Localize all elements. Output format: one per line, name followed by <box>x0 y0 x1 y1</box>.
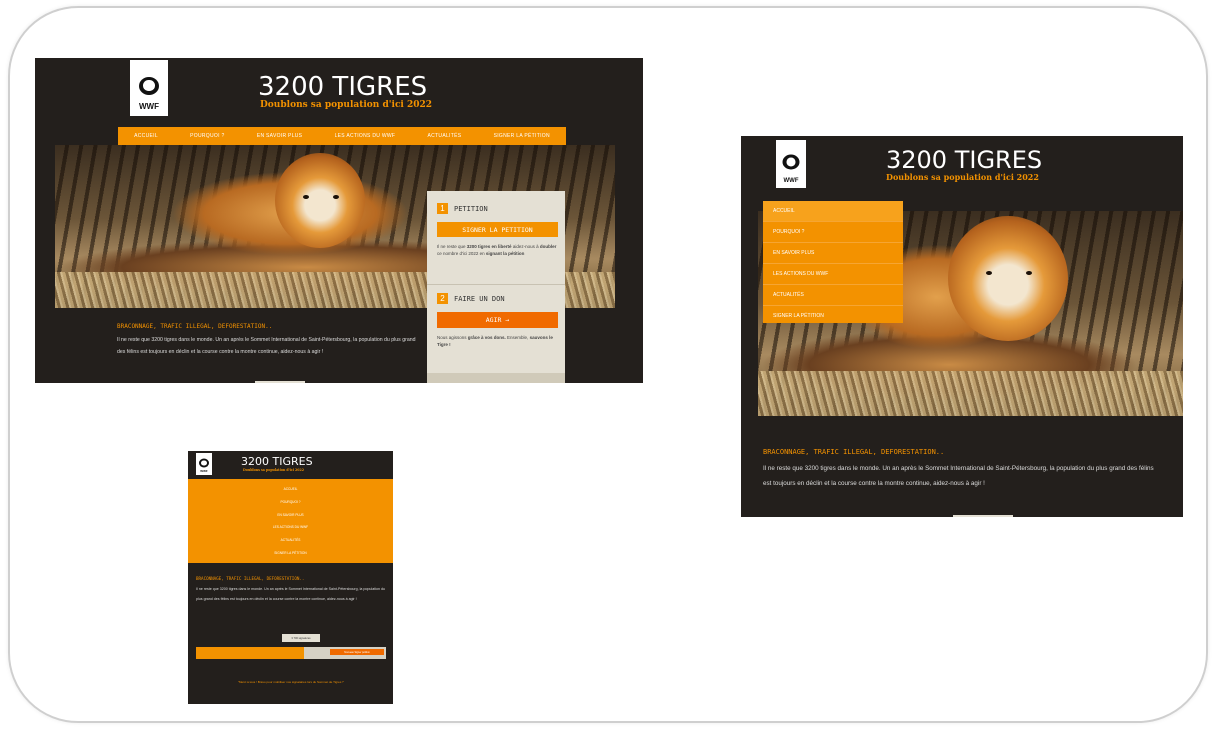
main-nav: Accueil Pourquoi ? En savoir plus Les ac… <box>118 127 566 145</box>
site-subtitle: Doublons sa population d'ici 2022 <box>243 468 304 472</box>
mobile-nav: Accueil Pourquoi ? En savoir plus Les ac… <box>188 479 393 563</box>
panda-icon <box>199 458 209 468</box>
nav-item-actualites[interactable]: Actualités <box>428 133 462 139</box>
wwf-logo[interactable]: WWF <box>196 453 212 475</box>
wwf-logo-text: WWF <box>139 102 159 111</box>
read-more-tab[interactable] <box>255 381 305 383</box>
tiger-eye <box>1026 271 1032 275</box>
donation-number: 2 <box>437 293 448 304</box>
panel-divider <box>427 284 565 285</box>
wwf-logo[interactable]: WWF <box>776 140 806 188</box>
petition-text: Il ne reste que 3200 tigres en liberté a… <box>437 243 557 257</box>
nav-item-pourquoi[interactable]: Pourquoi ? <box>763 222 903 243</box>
tablet-mockup: WWF 3200 TIGRES Doublons sa population d… <box>741 136 1183 517</box>
article-body: Il ne reste que 3200 tigres dans le mond… <box>117 337 416 355</box>
site-subtitle: Doublons sa population d'ici 2022 <box>260 100 433 110</box>
nav-item-signer[interactable]: Signer la pétition <box>494 133 550 139</box>
article-heading: BRACONNAGE, TRAFIC ILLEGAL, DEFORESTATIO… <box>117 323 273 330</box>
nav-item-actions[interactable]: Les actions du WWF <box>763 264 903 285</box>
donation-text-1: Nous agissons <box>437 335 468 340</box>
petition-title: PETITION <box>454 204 488 213</box>
petition-header: 1 PETITION <box>437 203 488 214</box>
tiger-face <box>275 153 365 248</box>
desktop-mockup: WWF 3200 TIGRES Doublons sa population d… <box>35 58 643 383</box>
donation-text-3: Ensemble, <box>505 335 530 340</box>
donation-title: FAIRE UN DON <box>454 294 505 303</box>
article-heading: BRACONNAGE, TRAFIC ILLEGAL, DEFORESTATIO… <box>763 448 945 456</box>
tiger-eye <box>303 195 309 199</box>
petition-text-5: ce nombre d'ici 2022 en <box>437 251 486 256</box>
nav-item-pourquoi[interactable]: Pourquoi ? <box>280 500 300 504</box>
panda-icon <box>782 154 800 170</box>
nav-item-en-savoir-plus[interactable]: En savoir plus <box>277 513 303 517</box>
grass <box>758 370 1183 416</box>
nav-item-actualites[interactable]: Actualités <box>763 285 903 306</box>
read-more-tab[interactable] <box>953 515 1013 517</box>
nav-item-accueil[interactable]: Accueil <box>763 201 903 222</box>
signatures-button[interactable]: 3 700 signatures <box>282 634 320 642</box>
nav-item-signer[interactable]: Signer la pétition <box>274 551 306 555</box>
petition-text-3: aidez-nous à <box>511 244 540 249</box>
dropdown-nav: Accueil Pourquoi ? En savoir plus Les ac… <box>763 201 903 323</box>
nav-item-signer[interactable]: Signer la pétition <box>763 306 903 326</box>
wwf-logo-text: WWF <box>200 469 208 473</box>
donate-button[interactable]: AGIR → <box>437 312 558 328</box>
panda-icon <box>139 76 159 95</box>
sign-petition-mini-button[interactable]: Nouveau Signer pétition <box>330 649 384 655</box>
donation-text: Nous agissons grâce à vos dons. Ensemble… <box>437 334 557 348</box>
tiger-eye <box>986 271 992 275</box>
nav-item-actualites[interactable]: Actualités <box>281 538 301 542</box>
side-panel: 1 PETITION SIGNER LA PETITION Il ne rest… <box>427 191 565 383</box>
progress-bar: Nouveau Signer pétition <box>196 647 386 659</box>
donation-header: 2 FAIRE UN DON <box>437 293 505 304</box>
article-heading: BRACONNAGE, TRAFIC ILLEGAL, DEFORESTATIO… <box>196 576 305 581</box>
nav-item-pourquoi[interactable]: Pourquoi ? <box>190 133 224 139</box>
wwf-logo[interactable]: WWF <box>130 60 168 116</box>
nav-item-accueil[interactable]: Accueil <box>284 487 298 491</box>
tiger-eye <box>333 195 339 199</box>
nav-item-en-savoir-plus[interactable]: En savoir plus <box>257 133 303 139</box>
sign-petition-button[interactable]: SIGNER LA PETITION <box>437 222 558 237</box>
nav-item-accueil[interactable]: Accueil <box>134 133 158 139</box>
donation-text-2: grâce à vos dons. <box>467 335 506 340</box>
petition-text-2: 3200 tigres en liberté <box>466 244 512 249</box>
nav-item-actions[interactable]: Les actions du WWF <box>335 133 396 139</box>
petition-text-4: doubler <box>539 244 557 249</box>
wwf-logo-text: WWF <box>783 178 799 184</box>
petition-text-6: signant la pétition <box>485 251 525 256</box>
petition-text-1: Il ne reste que <box>437 244 467 249</box>
article-body: Il ne reste que 3200 tigres dans le mond… <box>763 465 1154 487</box>
nav-item-actions[interactable]: Les actions du WWF <box>273 525 308 529</box>
mobile-mockup: WWF 3200 TIGRES Doublons sa population d… <box>188 451 393 704</box>
site-title: 3200 TIGRES <box>241 455 313 468</box>
thank-you-quote: "Merci à tous ! Bravo pour mobiliser nos… <box>237 680 345 684</box>
site-title: 3200 TIGRES <box>258 72 428 102</box>
panel-footer <box>427 373 565 383</box>
nav-item-en-savoir-plus[interactable]: En savoir plus <box>763 243 903 264</box>
article-body: Il ne reste que 3200 tigres dans le mond… <box>196 587 385 601</box>
site-title: 3200 TIGRES <box>886 146 1043 174</box>
site-subtitle: Doublons sa population d'ici 2022 <box>886 172 1039 182</box>
tiger-face <box>948 216 1068 341</box>
petition-number: 1 <box>437 203 448 214</box>
